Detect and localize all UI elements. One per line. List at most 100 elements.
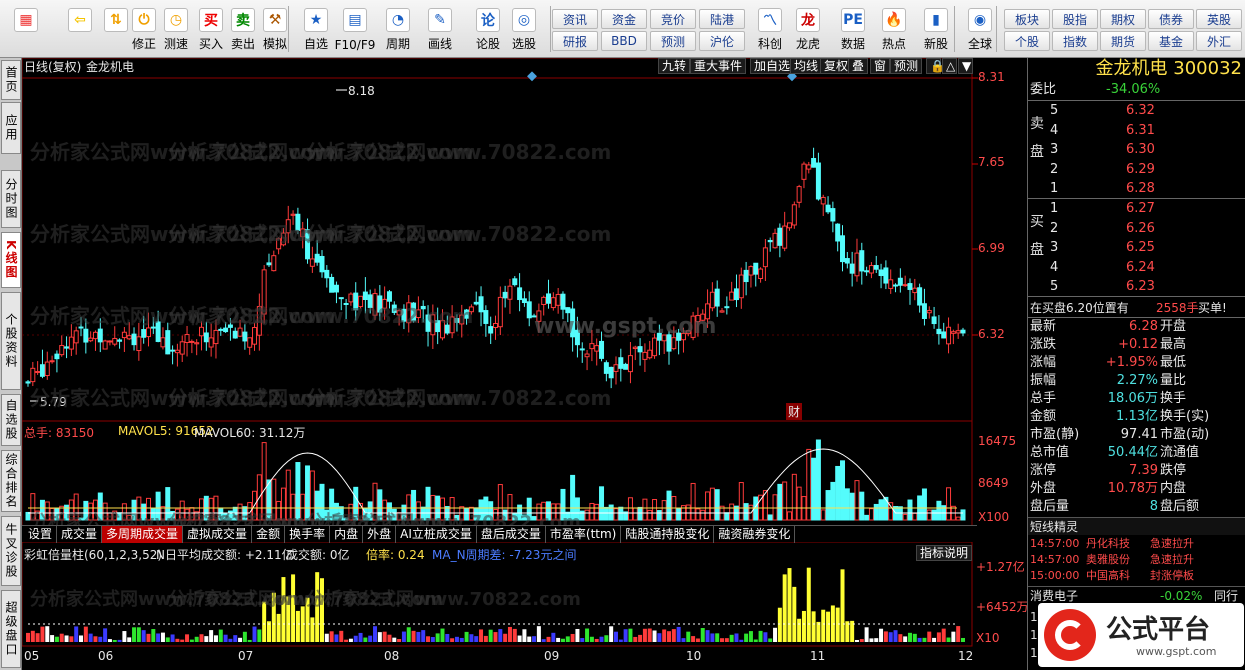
toolbar-link[interactable]: 指数 [1052,31,1098,51]
left-tab[interactable]: 牛叉诊股 [1,516,21,586]
indicator-tab[interactable]: 虚拟成交量 [183,526,253,543]
sector-row[interactable]: 消费电子 -0.02% 同行 [1028,586,1245,604]
toolbar-link[interactable]: 板块 [1004,9,1050,29]
indicator-tab[interactable]: 多周期成交量 [102,526,184,543]
toolbar-link[interactable]: 期权 [1100,9,1146,29]
short-wizard-item[interactable]: 15:00:00 中国高科 封涨停板 [1028,568,1245,584]
indicator-tab[interactable]: 外盘 [363,526,397,543]
toolbar-link[interactable]: 基金 [1148,31,1194,51]
indicator-tab[interactable]: 市盈率(ttm) [546,526,622,543]
chart-toolbar-button[interactable]: 叠 [848,58,869,74]
toolbar-link[interactable]: 竞价 [650,9,696,29]
toolbar-button[interactable]: PE 数据 [835,2,871,56]
lock-icon[interactable]: 🔒 [926,58,945,74]
indicator-bar [628,628,633,642]
toolbar-link[interactable]: 个股 [1004,31,1050,51]
toolbar-link[interactable]: 英股 [1196,9,1242,29]
toolbar-button[interactable]: ⇦ [62,2,98,56]
candle-body [362,291,368,300]
toolbar-link[interactable]: 预测 [650,31,696,51]
volume-bar [878,499,884,521]
indicator-tab[interactable]: 陆股通持股变化 [621,526,715,543]
candle-body [941,331,947,339]
toolbar-link[interactable]: 研报 [552,31,598,51]
left-tab[interactable]: 超级盘口 [1,590,21,668]
toolbar-button[interactable]: 〽科创 [752,2,788,56]
toolbar-link[interactable]: 股指 [1052,9,1098,29]
indicator-bar [488,629,493,642]
event-diamond-marker[interactable] [527,71,537,82]
indicator-tab[interactable]: 盘后成交量 [477,526,546,543]
toolbar-button[interactable]: ▦ [8,2,44,56]
candle-body [550,297,556,309]
indicator-bar [609,626,614,642]
toolbar-button[interactable]: ▮ 新股 [918,2,954,56]
short-wizard-item[interactable]: 14:57:00 奥雅股份 急速拉升 [1028,552,1245,568]
left-tab[interactable]: 自选股 [1,394,21,446]
buy-level-row[interactable]: 1 6.27 [1028,200,1245,218]
short-wizard-item[interactable]: 14:57:00 丹化科技 急速拉升 [1028,536,1245,552]
toolbar-button[interactable]: 🔥 热点 [876,2,912,56]
left-tab[interactable]: 分时图 [1,170,21,228]
buy-level-row[interactable]: 4 6.24 [1028,259,1245,277]
toolbar-link[interactable]: BBD [601,31,647,51]
volume-bar [912,512,918,521]
sell-level-row[interactable]: 4 6.31 [1028,122,1245,140]
toolbar-link[interactable]: 陆港 [699,9,745,29]
indicator-tab[interactable]: 换手率 [285,526,331,543]
left-tab[interactable]: 应用 [1,102,21,154]
chart-toolbar-button[interactable]: 均线 [790,58,823,74]
toolbar-button[interactable]: ⏻ 修正 [126,2,162,56]
toolbar-button[interactable]: 论论股 [470,2,506,56]
toolbar-button[interactable]: ★ 自选 [298,2,334,56]
chart-toolbar-button[interactable]: 窗 [870,58,891,74]
toolbar-button[interactable]: 卖卖出 [225,2,261,56]
toolbar-link[interactable]: 资金 [601,9,647,29]
financial-report-marker[interactable]: 财 [786,403,803,420]
toolbar-button[interactable]: ◷ 测速 [158,2,194,56]
toolbar-button[interactable]: ◉ 全球 [962,2,998,56]
toolbar-button[interactable]: ◔ 周期 [380,2,416,56]
toolbar-link[interactable]: 资讯 [552,9,598,29]
chart-toolbar-button[interactable]: 预测 [890,58,923,74]
chart-toolbar-button[interactable]: 九转 [658,58,691,74]
toolbar-button[interactable]: ✎ 画线 [422,2,458,56]
chart-toolbar-button[interactable]: 重大事件 [690,58,747,74]
toolbar-button[interactable]: 龙龙虎 [790,2,826,56]
candle-body [97,328,103,343]
left-tab[interactable]: 个股资料 [1,292,21,390]
indicator-tab[interactable]: 成交量 [57,526,103,543]
buy-level-row[interactable]: 3 6.25 [1028,239,1245,257]
chart-toolbar-button[interactable]: 加自选 [750,58,795,74]
toolbar-link[interactable]: 期货 [1100,31,1146,51]
volume-axis-label: 8649 [978,476,1009,490]
kline-chart-area[interactable]: 日线(复权) 金龙机电 九转 重大事件 加自选 均线 复权叠窗预测 🔒 △ ▼ 8.31 7.… [22,58,1029,670]
buy-level-row[interactable]: 5 6.23 [1028,278,1245,296]
sell-level-row[interactable]: 5 6.32 [1028,102,1245,120]
toolbar-button[interactable]: 买买入 [193,2,229,56]
indicator-help-button[interactable]: 指标说明 [916,545,973,561]
indicator-bar [917,637,922,642]
indicator-tab[interactable]: 设置 [24,526,58,543]
toolbar-button[interactable]: ◎ 选股 [506,2,542,56]
left-tab[interactable]: 首页 [1,60,21,100]
toolbar-link[interactable]: 外汇 [1196,31,1242,51]
sell-level-row[interactable]: 3 6.30 [1028,141,1245,159]
indicator-tab[interactable]: 金额 [252,526,286,543]
sell-level-row[interactable]: 2 6.29 [1028,161,1245,179]
short-wizard-header[interactable]: 短线精灵 [1028,517,1245,535]
toolbar-link[interactable]: 沪伦 [699,31,745,51]
divider [1028,296,1245,297]
sell-level-row[interactable]: 1 6.28 [1028,180,1245,198]
indicator-tab[interactable]: AI立桩成交量 [396,526,477,543]
level-index: 3 [1050,240,1059,255]
scroll-up-icon[interactable]: △ [942,58,957,74]
toolbar-button[interactable]: ▤ F10/F9 [335,2,375,56]
indicator-tab[interactable]: 融资融券变化 [714,526,796,543]
indicator-tab[interactable]: 内盘 [330,526,364,543]
toolbar-link[interactable]: 债券 [1148,9,1194,29]
left-tab[interactable]: K线图 [1,232,21,288]
buy-level-row[interactable]: 2 6.26 [1028,220,1245,238]
left-tab[interactable]: 综合排名 [1,450,21,512]
dropdown-icon[interactable]: ▼ [958,58,973,74]
